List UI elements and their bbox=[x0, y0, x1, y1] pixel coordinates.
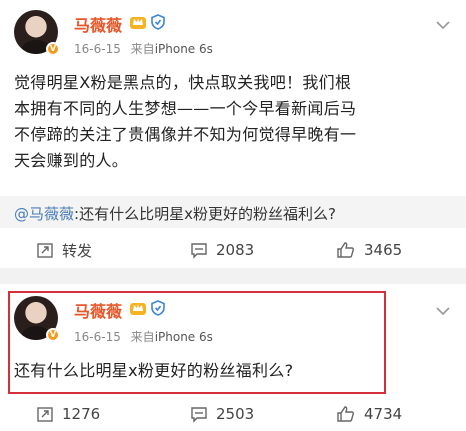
quoted-post[interactable]: @马薇薇:还有什么比明星x粉更好的粉丝福利么? bbox=[0, 196, 466, 228]
body-line: 觉得明星X粉是黑点的，快点取关我吧！我们根 bbox=[14, 73, 352, 92]
action-bar: 转发 2083 3465 bbox=[0, 234, 466, 266]
action-bar: 1276 2503 4734 bbox=[0, 398, 466, 430]
like-icon bbox=[337, 406, 354, 422]
repost-icon bbox=[37, 243, 53, 258]
like-button[interactable]: 3465 bbox=[336, 234, 402, 266]
comment-icon bbox=[191, 243, 207, 259]
body-line: 天会赚到的人。 bbox=[14, 151, 129, 170]
shield-badge-icon bbox=[151, 14, 165, 30]
comment-icon bbox=[191, 407, 207, 423]
like-icon bbox=[337, 242, 354, 258]
weibo-post-1: V 马薇薇 16-6-15 来自iPhone 6s 觉得明星X粉是黑点的，快点取… bbox=[0, 0, 466, 268]
post-date: 16-6-15 bbox=[74, 42, 121, 56]
post-meta: 16-6-15 来自iPhone 6s bbox=[74, 40, 213, 57]
highlight-box bbox=[8, 291, 386, 394]
quoted-post-text: @马薇薇:还有什么比明星x粉更好的粉丝福利么? bbox=[14, 203, 336, 224]
like-count: 3465 bbox=[364, 241, 403, 259]
source-prefix: 来自 bbox=[130, 42, 155, 56]
like-count: 4734 bbox=[364, 405, 403, 423]
post-body: 觉得明星X粉是黑点的，快点取关我吧！我们根 本拥有不同的人生梦想——一个今早看新… bbox=[14, 70, 454, 174]
repost-button[interactable]: 转发 bbox=[36, 234, 92, 266]
comment-count: 2083 bbox=[216, 241, 255, 259]
comment-button[interactable]: 2503 bbox=[190, 398, 254, 430]
repost-icon bbox=[37, 407, 53, 422]
quote-mention[interactable]: @马薇薇 bbox=[14, 205, 74, 223]
section-gap bbox=[0, 268, 466, 284]
like-button[interactable]: 4734 bbox=[336, 398, 402, 430]
crown-badge-icon bbox=[130, 17, 146, 29]
quote-content: :还有什么比明星x粉更好的粉丝福利么? bbox=[74, 205, 336, 223]
chevron-down-icon[interactable] bbox=[436, 306, 450, 316]
body-line: 不停蹄的关注了贵偶像并不知为何觉得早晚有一 bbox=[14, 125, 357, 144]
author-name[interactable]: 马薇薇 bbox=[74, 12, 122, 36]
chevron-down-icon[interactable] bbox=[436, 20, 450, 30]
comment-count: 2503 bbox=[216, 405, 255, 423]
body-line: 本拥有不同的人生梦想——一个今早看新闻后马 bbox=[14, 99, 357, 118]
repost-count: 1276 bbox=[62, 405, 101, 423]
repost-label: 转发 bbox=[62, 241, 93, 260]
comment-button[interactable]: 2083 bbox=[190, 234, 254, 266]
repost-button[interactable]: 1276 bbox=[36, 398, 100, 430]
verified-v-icon: V bbox=[46, 42, 60, 56]
post-source: iPhone 6s bbox=[154, 42, 213, 56]
